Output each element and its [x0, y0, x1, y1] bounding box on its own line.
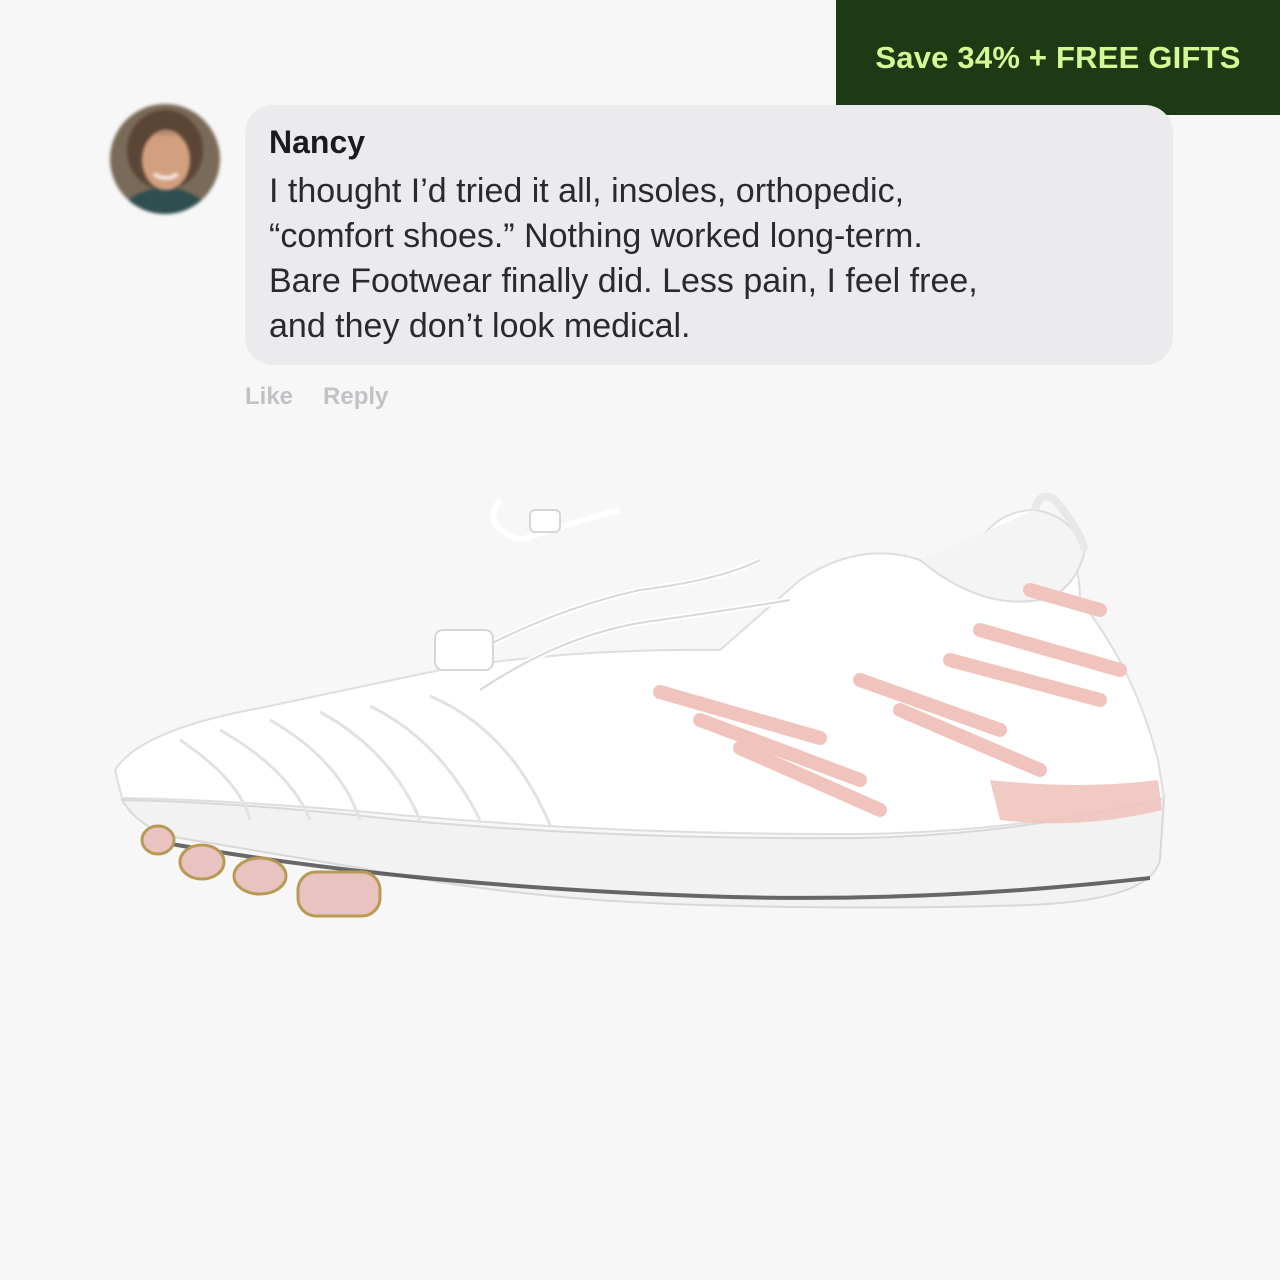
comment-text-line: Bare Footwear finally did. Less pain, I …: [269, 262, 978, 300]
comment-text-line: “comfort shoes.” Nothing worked long-ter…: [269, 217, 923, 255]
comment-text-line: I thought I’d tried it all, insoles, ort…: [269, 172, 905, 210]
like-button[interactable]: Like: [245, 383, 293, 411]
comment-text-line: and they don’t look medical.: [269, 307, 691, 345]
comment-author: Nancy: [269, 124, 366, 160]
product-image-barefoot-shoe: [100, 480, 1180, 950]
promo-banner[interactable]: Save 34% + FREE GIFTS: [836, 0, 1280, 115]
promo-label: Save 34% + FREE GIFTS: [875, 39, 1241, 75]
comment-text: I thought I’d tried it all, insoles, ort…: [269, 169, 1149, 349]
comment-actions: Like Reply: [245, 383, 388, 411]
avatar: [110, 104, 220, 214]
reply-button[interactable]: Reply: [323, 383, 388, 411]
comment-bubble: Nancy I thought I’d tried it all, insole…: [245, 105, 1173, 365]
